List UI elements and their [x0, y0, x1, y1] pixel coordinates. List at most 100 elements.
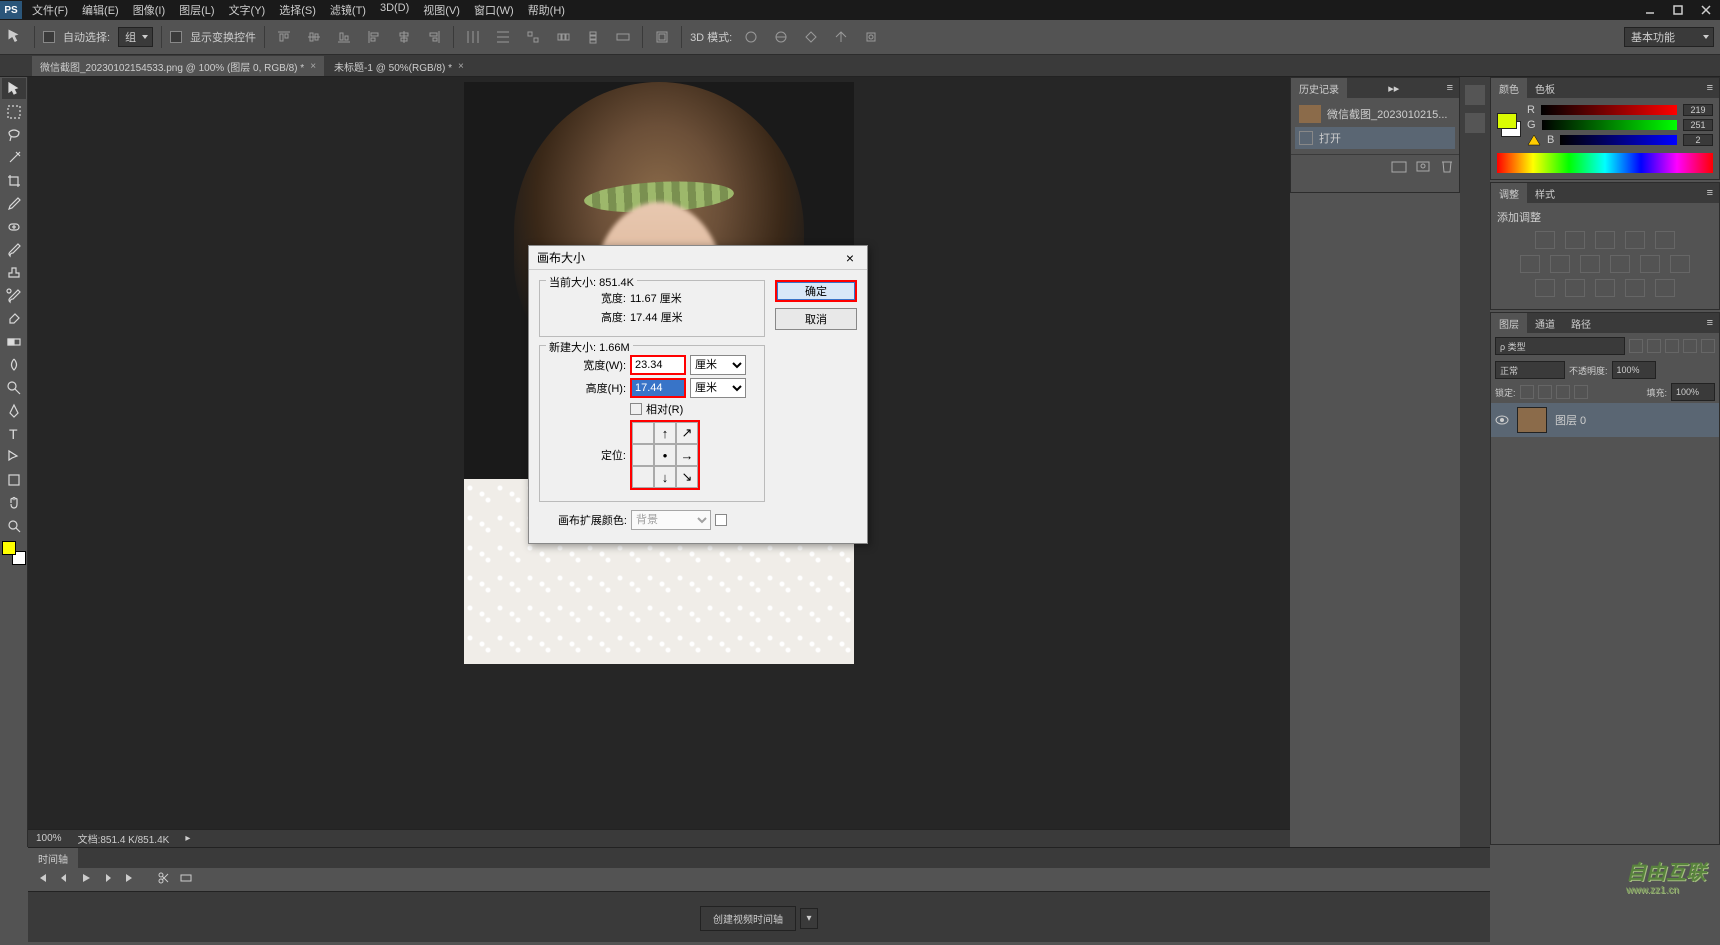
3d-icon-2[interactable]: [770, 26, 792, 48]
minimize-button[interactable]: [1636, 1, 1664, 19]
r-value[interactable]: 219: [1683, 104, 1713, 116]
distribute-icon-3[interactable]: [522, 26, 544, 48]
lock-image-icon[interactable]: [1538, 385, 1552, 399]
menu-type[interactable]: 文字(Y): [229, 2, 266, 18]
threshold-icon[interactable]: [1595, 279, 1615, 297]
filter-type-icon[interactable]: [1665, 339, 1679, 353]
anchor-br[interactable]: ↘: [676, 466, 698, 488]
layer-name[interactable]: 图层 0: [1555, 412, 1586, 428]
panel-menu-icon[interactable]: ≡: [1701, 82, 1719, 94]
invert-icon[interactable]: [1535, 279, 1555, 297]
move-tool-icon[interactable]: [6, 27, 26, 47]
visibility-icon[interactable]: [1495, 414, 1509, 426]
align-vcenter-icon[interactable]: [303, 26, 325, 48]
auto-select-checkbox[interactable]: [43, 31, 55, 43]
zoom-level[interactable]: 100%: [36, 833, 62, 844]
distribute-icon-5[interactable]: [582, 26, 604, 48]
scissors-icon[interactable]: [158, 872, 170, 887]
history-source[interactable]: 微信截图_2023010215...: [1295, 102, 1455, 126]
timeline-tab[interactable]: 时间轴: [28, 848, 78, 868]
3d-icon-1[interactable]: [740, 26, 762, 48]
align-left-icon[interactable]: [363, 26, 385, 48]
blur-tool[interactable]: [2, 354, 26, 375]
anchor-mr[interactable]: →: [676, 444, 698, 466]
align-hcenter-icon[interactable]: [393, 26, 415, 48]
filter-adjust-icon[interactable]: [1647, 339, 1661, 353]
channelmixer-icon[interactable]: [1640, 255, 1660, 273]
menu-layer[interactable]: 图层(L): [179, 2, 214, 18]
3d-icon-5[interactable]: [860, 26, 882, 48]
distribute-icon-6[interactable]: [612, 26, 634, 48]
layer-thumbnail[interactable]: [1517, 407, 1547, 433]
panel-collapse-icon[interactable]: ▸▸: [1382, 82, 1405, 95]
menu-help[interactable]: 帮助(H): [528, 2, 565, 18]
posterize-icon[interactable]: [1565, 279, 1585, 297]
panel-menu-icon[interactable]: ≡: [1441, 82, 1459, 94]
path-select-tool[interactable]: [2, 446, 26, 467]
menu-select[interactable]: 选择(S): [279, 2, 316, 18]
dodge-tool[interactable]: [2, 377, 26, 398]
g-slider[interactable]: [1542, 120, 1677, 130]
dialog-close-button[interactable]: ×: [841, 249, 859, 267]
photofilter-icon[interactable]: [1610, 255, 1630, 273]
gradientmap-icon[interactable]: [1625, 279, 1645, 297]
marquee-tool[interactable]: [2, 101, 26, 122]
doc-info-arrow-icon[interactable]: ▸: [185, 833, 190, 844]
menu-image[interactable]: 图像(I): [133, 2, 165, 18]
filter-pixel-icon[interactable]: [1629, 339, 1643, 353]
wand-tool[interactable]: [2, 147, 26, 168]
show-transform-checkbox[interactable]: [170, 31, 182, 43]
play-icon[interactable]: [80, 872, 92, 887]
exposure-icon[interactable]: [1625, 231, 1645, 249]
layer-item-0[interactable]: 图层 0: [1491, 403, 1719, 437]
menu-3d[interactable]: 3D(D): [380, 2, 409, 18]
brightness-icon[interactable]: [1535, 231, 1555, 249]
brush-tool[interactable]: [2, 239, 26, 260]
bw-icon[interactable]: [1580, 255, 1600, 273]
cancel-button[interactable]: 取消: [775, 308, 857, 330]
color-tab[interactable]: 颜色: [1491, 78, 1527, 98]
adjustments-tab[interactable]: 调整: [1491, 183, 1527, 203]
swatches-tab[interactable]: 色板: [1527, 78, 1563, 98]
paths-tab[interactable]: 路径: [1563, 313, 1599, 333]
distribute-icon-2[interactable]: [492, 26, 514, 48]
history-brush-tool[interactable]: [2, 285, 26, 306]
doc-tab-2[interactable]: 未标题-1 @ 50%(RGB/8) *×: [326, 56, 472, 76]
colorbalance-icon[interactable]: [1550, 255, 1570, 273]
foreground-color-swatch[interactable]: [2, 541, 16, 555]
close-button[interactable]: [1692, 1, 1720, 19]
auto-select-dropdown[interactable]: 组: [118, 27, 153, 47]
history-delete-icon[interactable]: [1439, 159, 1455, 173]
align-bottom-icon[interactable]: [333, 26, 355, 48]
styles-tab[interactable]: 样式: [1527, 183, 1563, 203]
anchor-tr[interactable]: ↗: [676, 422, 698, 444]
canvas-area[interactable]: 100% 文档:851.4 K/851.4K ▸ 画布大小 × 当前大小: 85…: [28, 77, 1290, 847]
width-unit-select[interactable]: 厘米: [690, 355, 746, 375]
maximize-button[interactable]: [1664, 1, 1692, 19]
opacity-value[interactable]: 100%: [1612, 361, 1656, 379]
warning-icon[interactable]: [1527, 134, 1541, 146]
b-value[interactable]: 2: [1683, 134, 1713, 146]
doc-tab-1[interactable]: 微信截图_20230102154533.png @ 100% (图层 0, RG…: [32, 56, 324, 76]
auto-align-icon[interactable]: [651, 26, 673, 48]
lock-pos-icon[interactable]: [1556, 385, 1570, 399]
gradient-tool[interactable]: [2, 331, 26, 352]
panel-menu-icon[interactable]: ≡: [1701, 187, 1719, 199]
anchor-tc[interactable]: ↑: [654, 422, 676, 444]
fill-value[interactable]: 100%: [1671, 383, 1715, 401]
r-slider[interactable]: [1541, 105, 1677, 115]
b-slider[interactable]: [1560, 135, 1677, 145]
color-swatches[interactable]: [2, 541, 26, 565]
levels-icon[interactable]: [1565, 231, 1585, 249]
relative-checkbox[interactable]: [630, 403, 642, 415]
anchor-bl[interactable]: [632, 466, 654, 488]
workspace-dropdown[interactable]: 基本功能: [1624, 27, 1714, 47]
anchor-mc[interactable]: •: [654, 444, 676, 466]
anchor-ml[interactable]: [632, 444, 654, 466]
channels-tab[interactable]: 通道: [1527, 313, 1563, 333]
lock-trans-icon[interactable]: [1520, 385, 1534, 399]
menu-view[interactable]: 视图(V): [423, 2, 460, 18]
selectivecolor-icon[interactable]: [1655, 279, 1675, 297]
collapsed-panel-icon-1[interactable]: [1465, 85, 1485, 105]
history-item-open[interactable]: 打开: [1295, 127, 1455, 149]
